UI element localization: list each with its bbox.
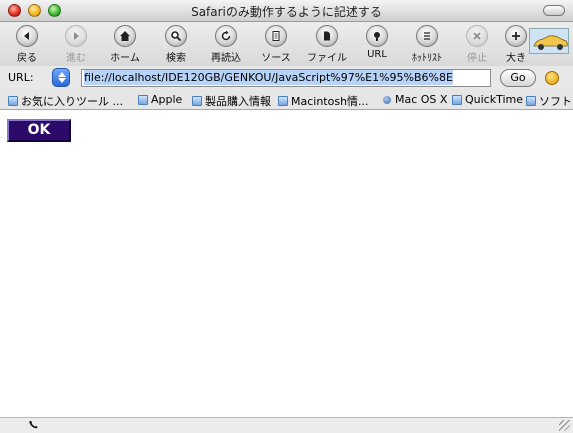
ok-button[interactable]: OK [7, 119, 71, 142]
bookmark-label: Macintosh情... [291, 95, 369, 108]
toolbar-toggle-button[interactable] [543, 5, 565, 16]
url-field-label: URL: [8, 71, 34, 84]
url-value: file://localhost/IDE120GB/GENKOU/JavaScr… [84, 70, 453, 85]
bookmark-label: 製品購入情報 [205, 95, 271, 108]
resize-grip[interactable] [559, 420, 570, 431]
stop-button[interactable]: 停止 [454, 25, 500, 65]
bookmark-label: お気に入りツール ... [21, 95, 123, 108]
status-bar [0, 417, 573, 433]
folder-icon [452, 94, 462, 105]
url-button[interactable]: URL [354, 25, 400, 65]
window-title: Safariのみ動作するように記述する [191, 5, 382, 19]
bigger-text-label: 大き [506, 53, 526, 64]
reload-button[interactable]: 再読込 [203, 25, 249, 65]
bookmark-item-products[interactable]: 製品購入情報 [192, 93, 271, 109]
hotlist-icon [416, 25, 438, 47]
search-label: 検索 [166, 53, 186, 64]
folder-icon [8, 96, 18, 106]
file-icon [316, 25, 338, 47]
folder-icon [192, 96, 202, 106]
bookmark-item-favorites-tools[interactable]: お気に入りツール ... [8, 93, 123, 109]
bookmarks-bar: お気に入りツール ... Apple 製品購入情報 Macintosh情... … [0, 90, 573, 110]
smiley-icon[interactable] [545, 71, 559, 85]
file-label: ファイル [307, 53, 347, 64]
stop-label: 停止 [467, 53, 487, 64]
bookmark-label: Mac OS X [395, 93, 448, 106]
address-bar: URL: file://localhost/IDE120GB/GENKOU/Ja… [0, 66, 573, 90]
bookmark-label: ソフト [539, 95, 572, 108]
bookmark-item-mac-os-x[interactable]: Mac OS X [383, 93, 447, 106]
url-icon [366, 25, 388, 47]
home-label: ホーム [110, 53, 140, 64]
source-icon [265, 25, 287, 47]
hotlist-button[interactable]: ﾎｯﾄﾘｽﾄ [404, 25, 450, 65]
go-button[interactable]: Go [500, 69, 536, 87]
forward-arrow-icon [65, 25, 87, 47]
folder-icon [278, 96, 288, 106]
page-content: OK [0, 111, 573, 417]
reload-icon [215, 25, 237, 47]
url-history-stepper[interactable] [52, 68, 70, 87]
back-label: 戻る [17, 53, 37, 64]
bookmark-label: QuickTime [465, 93, 524, 106]
back-arrow-icon [16, 25, 38, 47]
link-icon [383, 95, 391, 104]
bookmark-item-software[interactable]: ソフト [526, 93, 572, 109]
bookmark-label: Apple [151, 93, 183, 106]
url-input[interactable]: file://localhost/IDE120GB/GENKOU/JavaScr… [81, 69, 491, 87]
stop-icon [466, 25, 488, 47]
forward-label: 進む [66, 53, 86, 64]
bookmark-item-quicktime[interactable]: QuickTime [452, 93, 523, 106]
bookmark-item-apple[interactable]: Apple [138, 93, 182, 106]
folder-icon [138, 94, 148, 105]
bigger-text-button[interactable]: 大き [501, 25, 531, 65]
title-bar: Safariのみ動作するように記述する [0, 0, 573, 22]
back-button[interactable]: 戻る [4, 25, 50, 65]
source-label: ソース [261, 53, 291, 64]
folder-icon [526, 96, 536, 106]
bookmark-item-macintosh-info[interactable]: Macintosh情... [278, 93, 369, 109]
home-button[interactable]: ホーム [102, 25, 148, 65]
toolbar: 戻る 進む ホーム 検索 再読込 ソース ファイル URL ﾎｯﾄﾘｽﾄ 停止 … [0, 22, 573, 66]
file-button[interactable]: ファイル [304, 25, 350, 65]
hotlist-label: ﾎｯﾄﾘｽﾄ [412, 53, 442, 64]
search-icon [165, 25, 187, 47]
source-button[interactable]: ソース [253, 25, 299, 65]
phone-icon [28, 419, 39, 433]
url-label-text: URL [367, 49, 387, 60]
forward-button[interactable]: 進む [53, 25, 99, 65]
reload-label: 再読込 [211, 53, 241, 64]
search-button[interactable]: 検索 [153, 25, 199, 65]
home-icon [114, 25, 136, 47]
bigger-text-icon [505, 25, 527, 47]
browser-window: Safariのみ動作するように記述する 戻る 進む ホーム 検索 再読込 ソース… [0, 0, 573, 433]
car-icon [529, 28, 569, 54]
